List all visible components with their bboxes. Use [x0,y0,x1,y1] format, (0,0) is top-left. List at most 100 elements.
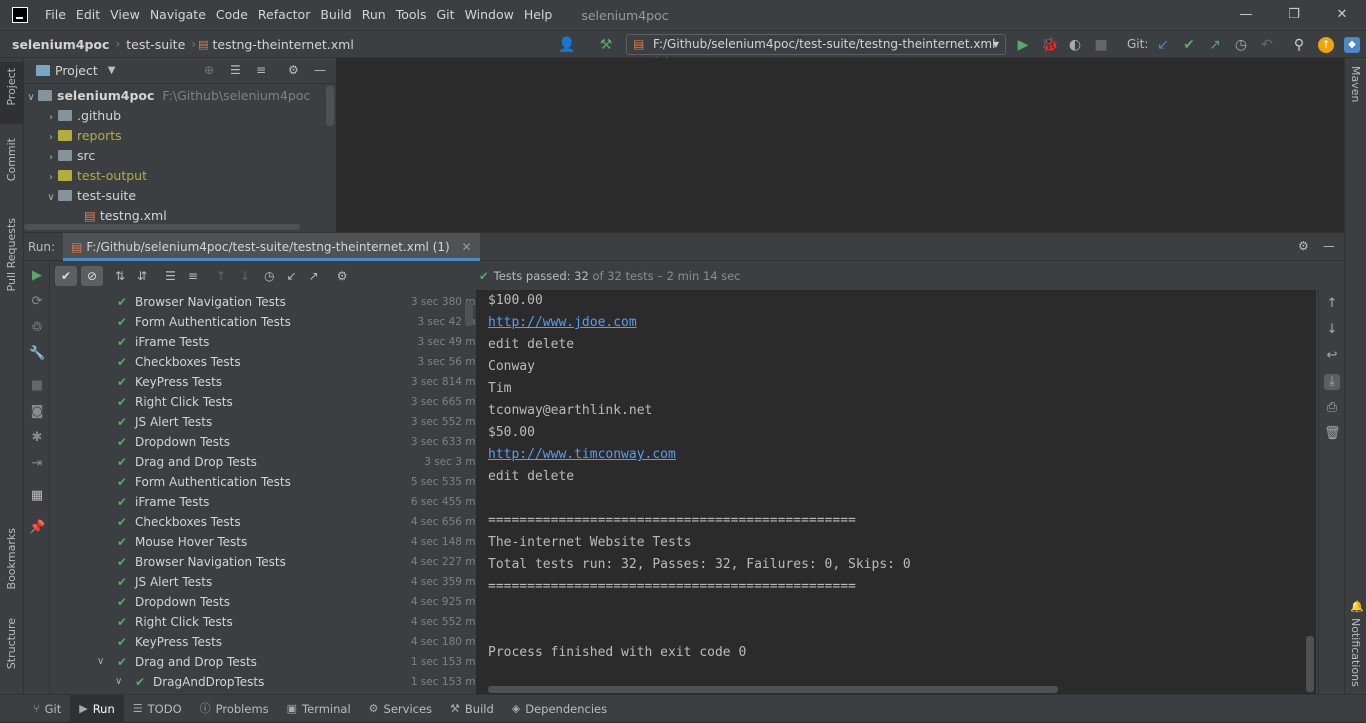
bottom-tab-run[interactable]: ▶ Run [70,694,124,723]
stop-icon[interactable]: ■ [1093,37,1109,53]
console-vertical-scrollbar[interactable] [1306,636,1314,692]
bottom-tab-build[interactable]: ⚒ Build [441,695,503,723]
git-update-icon[interactable]: ↙ [1155,37,1171,53]
breadcrumb-file[interactable]: testng-theinternet.xml [208,37,357,52]
project-horizontal-scrollbar[interactable] [24,224,300,230]
git-rollback-icon[interactable]: ↶ [1259,37,1275,53]
sort-duration-icon[interactable]: ⇵ [137,269,147,283]
chevron-down-icon[interactable]: ▼ [108,65,116,76]
project-scrollbar[interactable] [326,86,334,126]
close-window-button[interactable]: ✕ [1318,0,1366,30]
previous-failure-icon[interactable]: ↑ [216,269,226,283]
test-result-row[interactable]: ✔ Checkboxes Tests 3 sec 56 ms [51,352,475,372]
collapse-all-icon[interactable]: ≡ [188,269,198,283]
structure-tool-tab[interactable]: Structure [5,618,18,669]
pull-requests-tool-tab[interactable]: Pull Requests [5,218,18,291]
test-history-icon[interactable]: ◷ [264,269,274,283]
bookmarks-tool-tab[interactable]: Bookmarks [5,528,18,589]
editor-area[interactable] [336,58,1344,232]
bottom-tab-services[interactable]: ⚙ Services [360,695,441,723]
show-passed-icon[interactable]: ✔ [55,266,77,286]
scroll-to-end-icon[interactable]: ⤓ [1324,374,1340,390]
chevron-down-icon[interactable]: ∨ [97,652,104,672]
maven-tool-tab[interactable]: Maven [1349,66,1362,102]
test-tree-scrollbar[interactable] [465,302,473,326]
test-result-row[interactable]: ✔ Right Click Tests 4 sec 552 ms [51,612,475,632]
test-result-row[interactable]: ✔ Checkboxes Tests 4 sec 656 ms [51,512,475,532]
bottom-tab-dependencies[interactable]: ◈ Dependencies [503,695,616,723]
test-result-row[interactable]: ✔ JS Alert Tests 4 sec 359 ms [51,572,475,592]
gear-icon[interactable]: ⚙ [337,269,348,283]
hide-panel-icon[interactable]: — [1323,239,1335,253]
soft-wrap-icon[interactable]: ↩ [1324,348,1340,364]
test-result-row[interactable]: ✔ JS Alert Tests 3 sec 552 ms [51,412,475,432]
test-result-row[interactable]: ✔ Form Authentication Tests 3 sec 42 ms [51,312,475,332]
pin-icon[interactable]: 📌 [29,520,45,536]
menu-run[interactable]: Run [357,0,391,30]
console-link[interactable]: http://www.timconway.com [488,444,676,466]
minimize-button[interactable]: — [1222,0,1270,30]
chevron-down-icon[interactable]: ∨ [115,672,122,692]
scroll-up-icon[interactable]: ↑ [1324,296,1340,312]
test-result-row[interactable]: ✔ Drag and Drop Tests 3 sec 3 ms [51,452,475,472]
menu-tools[interactable]: Tools [391,0,432,30]
build-hammer-icon[interactable]: ⚒ [598,37,614,53]
tree-item-reports[interactable]: › reports [44,126,122,146]
coverage-icon[interactable]: ◐ [1067,37,1083,53]
locate-icon[interactable]: ⊕ [204,63,214,77]
wrench-icon[interactable]: 🔧 [29,346,45,362]
menu-help[interactable]: Help [519,0,558,30]
stop-icon[interactable]: ■ [29,378,45,394]
bottom-tab-terminal[interactable]: ▣ Terminal [278,695,360,723]
tree-item-src[interactable]: › src [44,146,95,166]
trash-icon[interactable]: 🗑 [1324,426,1341,442]
toggle-auto-test-icon[interactable]: ♲ [29,320,45,336]
export-tests-icon[interactable]: ↗ [309,269,319,283]
console-link[interactable]: http://www.jdoe.com [488,312,637,334]
menu-file[interactable]: File [40,0,71,30]
test-result-row[interactable]: ✔ Dropdown Tests 4 sec 925 ms [51,592,475,612]
scroll-down-icon[interactable]: ↓ [1324,322,1340,338]
notifications-tool-tab[interactable]: Notifications [1349,618,1362,687]
breadcrumb-folder[interactable]: test-suite [122,37,189,52]
menu-code[interactable]: Code [211,0,253,30]
maximize-button[interactable]: ❐ [1270,0,1318,30]
gear-icon[interactable]: ⚙ [288,63,299,77]
chevron-down-icon[interactable]: ∨ [44,188,58,208]
jetbrains-toolbox-icon[interactable]: ◆ [1344,37,1360,53]
test-result-row[interactable]: ✔ KeyPress Tests 3 sec 814 ms [51,372,475,392]
sort-alpha-icon[interactable]: ⇅ [115,269,125,283]
menu-build[interactable]: Build [315,0,356,30]
test-result-row[interactable]: ✔ iFrame Tests 6 sec 455 ms [51,492,475,512]
layout-icon[interactable]: ▦ [29,488,45,504]
chevron-right-icon[interactable]: › [44,108,58,128]
hide-panel-icon[interactable]: — [314,63,326,77]
test-result-row[interactable]: ∨ ✔ DragAndDropTests 1 sec 153 ms [51,672,475,692]
print-icon[interactable]: ⎙ [1324,400,1340,416]
import-tests-icon[interactable]: ↙ [287,269,297,283]
gear-icon[interactable]: ⚙ [1298,239,1309,253]
update-icon[interactable]: ↑ [1318,37,1334,53]
run-tab[interactable]: ▤ F:/Github/selenium4poc/test-suite/testn… [63,232,480,261]
project-tool-tab[interactable]: Project [0,62,24,124]
rerun-icon[interactable]: ▶ [29,268,45,284]
chevron-down-icon[interactable]: ∨ [24,88,38,108]
rerun-failed-icon[interactable]: ⟳ [29,294,45,310]
git-commit-icon[interactable]: ✔ [1181,37,1197,53]
bottom-tab-todo[interactable]: ☰ TODO [124,695,191,723]
expand-all-icon[interactable]: ☰ [230,63,241,77]
expand-all-icon[interactable]: ☰ [165,269,176,283]
git-history-icon[interactable]: ◷ [1233,37,1249,53]
test-result-row[interactable]: ✔ Browser Navigation Tests 4 sec 227 ms [51,552,475,572]
tree-item-testng-xml[interactable]: ▤ testng.xml [84,206,167,226]
project-view-selector[interactable]: Project [55,63,98,78]
menu-refactor[interactable]: Refactor [253,0,315,30]
collapse-all-icon[interactable]: ≡ [256,63,266,77]
menu-window[interactable]: Window [460,0,519,30]
chevron-right-icon[interactable]: › [44,148,58,168]
show-ignored-icon[interactable]: ⊘ [81,266,103,286]
test-result-row[interactable]: ✔ Form Authentication Tests 5 sec 535 ms [51,472,475,492]
debug-icon[interactable]: 🐞 [1041,37,1058,53]
close-icon[interactable]: ✕ [462,240,472,254]
test-result-row[interactable]: ∨ ✔ Drag and Drop Tests 1 sec 153 ms [51,652,475,672]
